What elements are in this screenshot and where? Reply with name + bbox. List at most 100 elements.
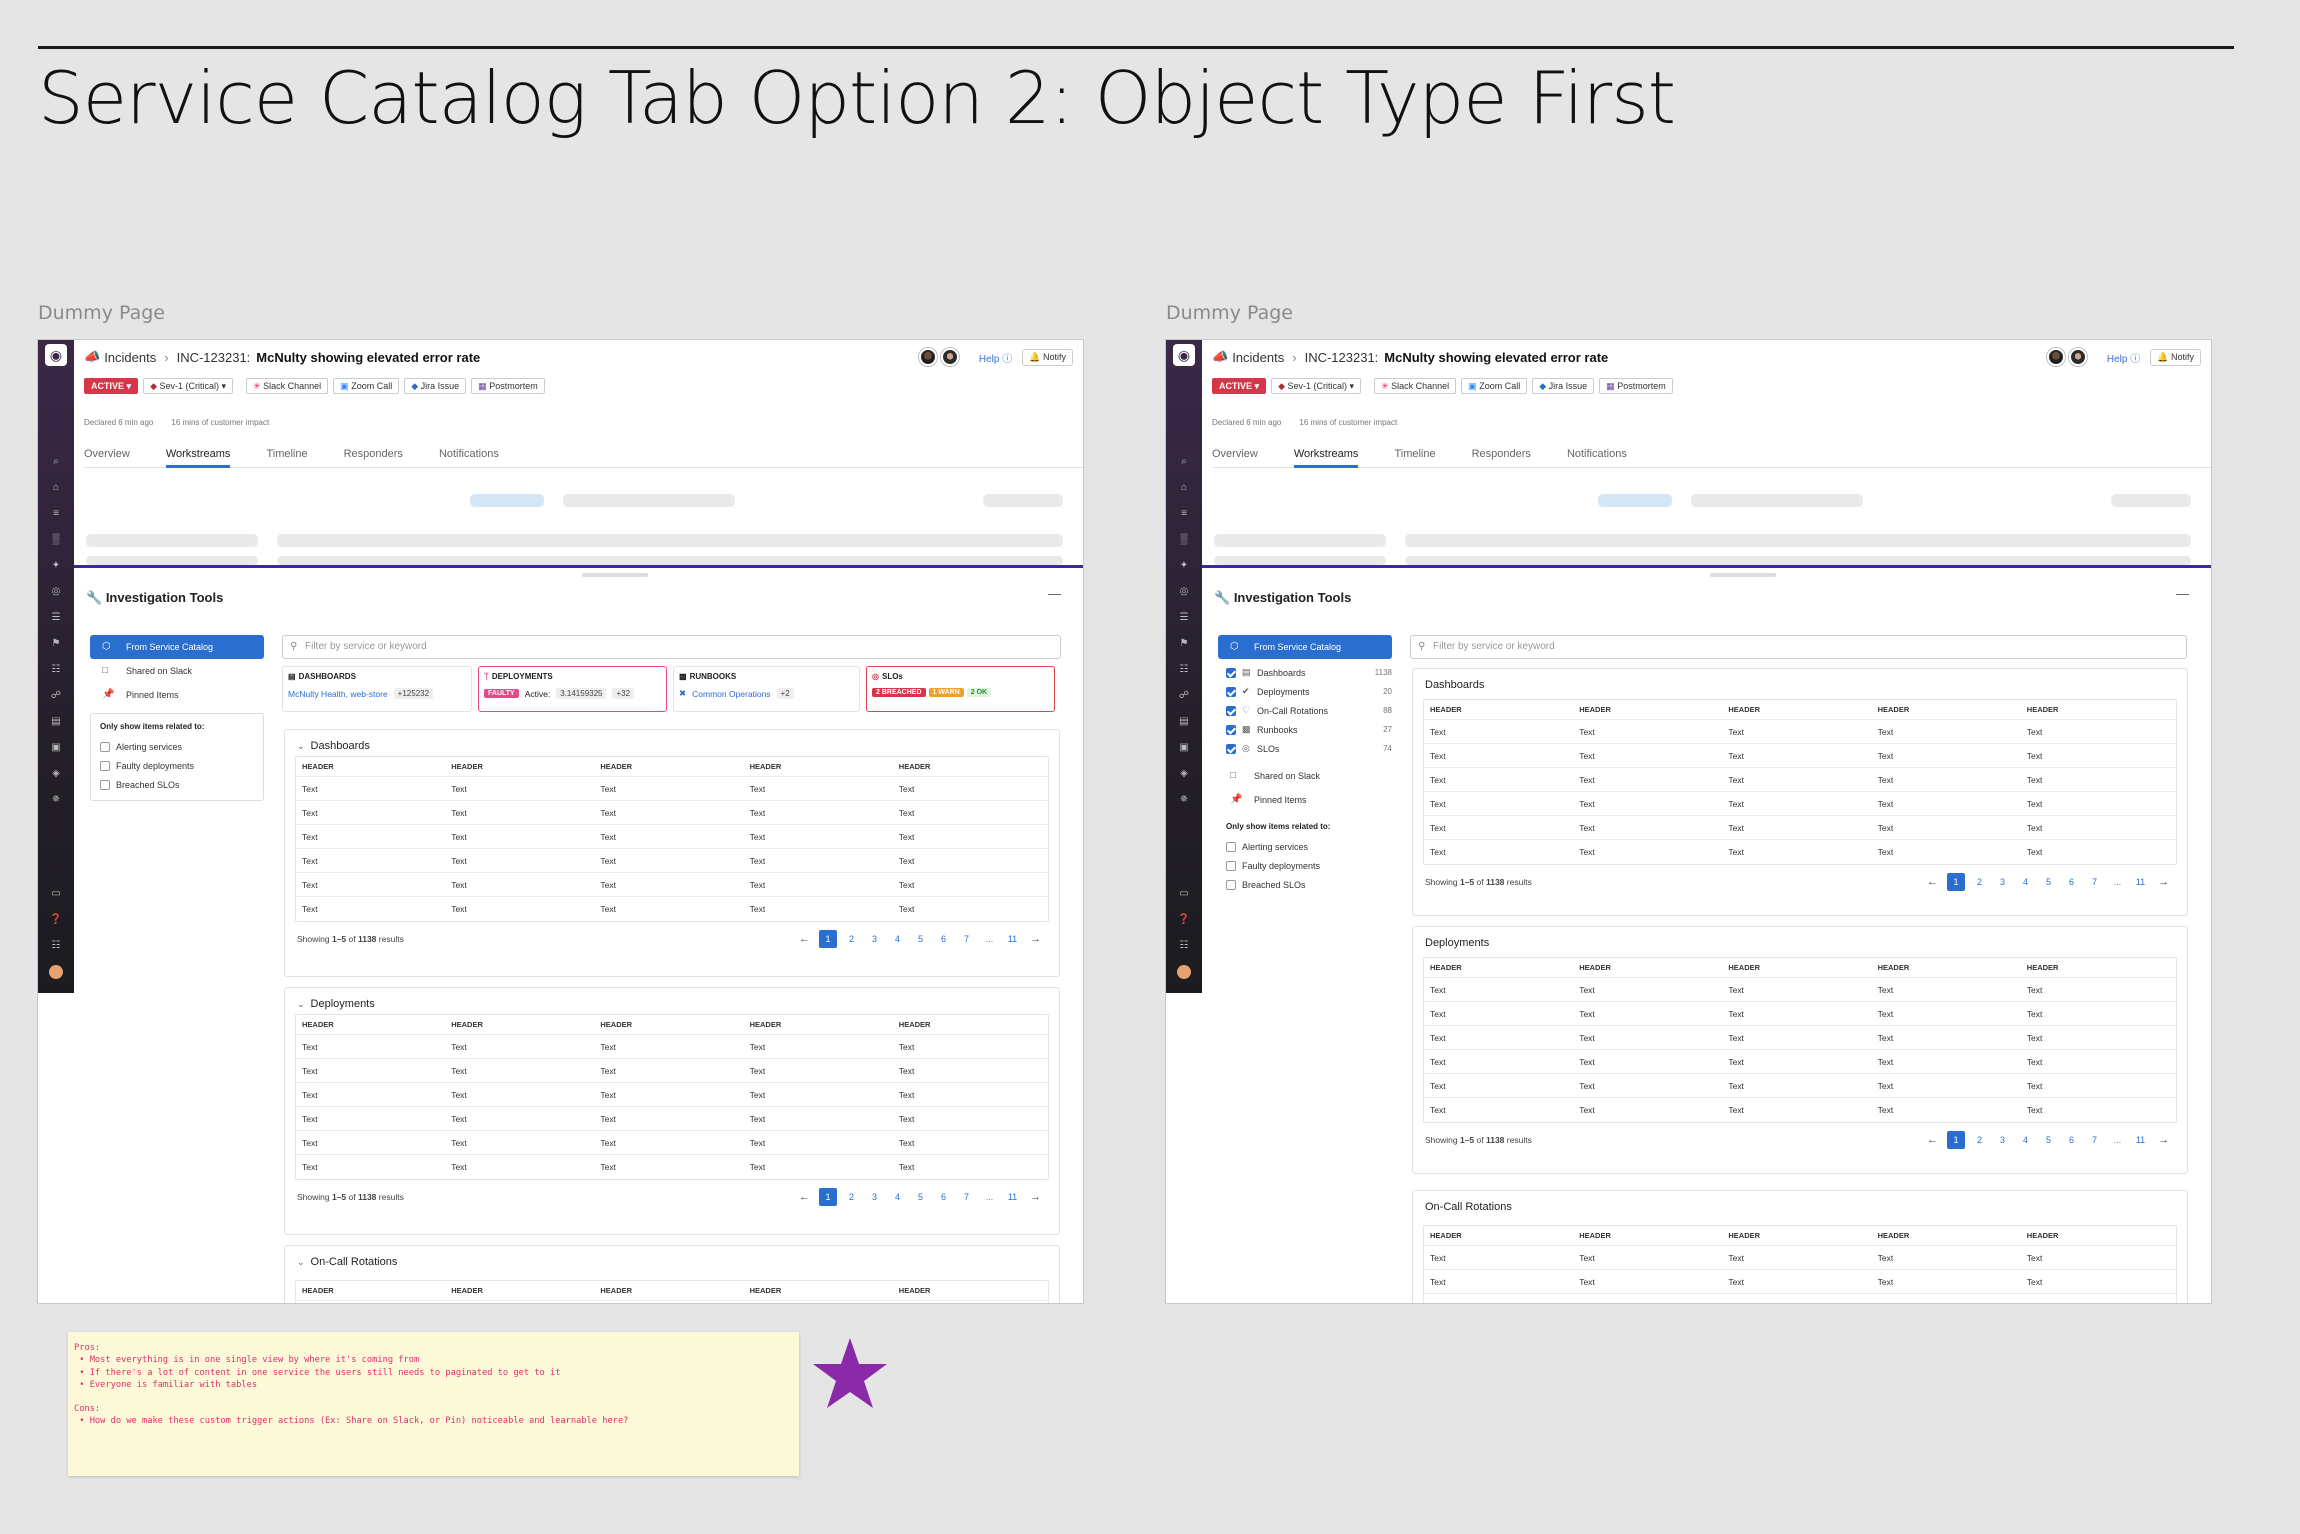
next-page-arrow-icon[interactable]: → xyxy=(2152,1134,2175,1146)
help-link[interactable]: Help ⓘ xyxy=(2107,350,2140,365)
column-header[interactable]: HEADER xyxy=(1579,1231,1728,1240)
page-number[interactable]: 5 xyxy=(909,1192,932,1202)
filter-breached-slos[interactable]: Breached SLOs xyxy=(100,775,254,794)
column-header[interactable]: HEADER xyxy=(1430,705,1579,714)
nav-icon[interactable]: ✦ xyxy=(1177,560,1191,571)
page-number[interactable]: 7 xyxy=(955,1192,978,1202)
minimize-button[interactable]: — xyxy=(2176,586,2189,601)
nav-icon[interactable]: ▣ xyxy=(1177,742,1191,753)
table-row[interactable]: TextTextTextTextText xyxy=(296,897,1048,921)
tab-overview[interactable]: Overview xyxy=(1212,444,1258,468)
table-row[interactable]: TextTextTextTextText xyxy=(1424,1246,2176,1270)
severity-dropdown[interactable]: ◆ Sev-1 (Critical) ▾ xyxy=(1271,378,1362,394)
nav-icon[interactable]: ☰ xyxy=(1177,612,1191,623)
page-number[interactable]: 7 xyxy=(2083,877,2106,887)
avatar[interactable] xyxy=(918,348,937,366)
prev-page-arrow-icon[interactable]: ← xyxy=(1921,876,1944,888)
page-number[interactable]: 6 xyxy=(932,1192,955,1202)
postmortem-button[interactable]: ▦ Postmortem xyxy=(1599,378,1673,394)
nav-icon[interactable]: ⚑ xyxy=(1177,638,1191,649)
checkbox[interactable] xyxy=(1226,879,1236,890)
table-row[interactable]: TextTextTextTextText xyxy=(296,1035,1048,1059)
type-oncall-rotations[interactable]: ♡ On-Call Rotations 88 xyxy=(1226,701,1392,720)
table-row[interactable]: TextTextTextTextText xyxy=(1424,1098,2176,1122)
nav-icon[interactable]: ◎ xyxy=(1177,586,1191,597)
table-row[interactable]: TextTextTextTextText xyxy=(1424,840,2176,864)
from-service-catalog-button[interactable]: ⬡ From Service Catalog xyxy=(1218,635,1392,659)
page-number[interactable]: 1 xyxy=(1947,873,1965,891)
type-dashboards[interactable]: ▤ Dashboards 1138 xyxy=(1226,663,1392,682)
nav-icon[interactable]: ❓ xyxy=(1177,914,1191,925)
checkbox[interactable] xyxy=(100,760,110,771)
notify-button[interactable]: 🔔 Notify xyxy=(2150,348,2201,366)
column-header[interactable]: HEADER xyxy=(1579,963,1728,972)
nav-icon[interactable]: ▤ xyxy=(49,716,63,727)
column-header[interactable]: HEADER xyxy=(600,1020,749,1029)
pinned-items-item[interactable]: 📌 Pinned Items xyxy=(90,683,264,707)
more-count-badge[interactable]: +125232 xyxy=(393,688,434,699)
zoom-call-button[interactable]: ▣ Zoom Call xyxy=(333,378,400,394)
column-header[interactable]: HEADER xyxy=(451,762,600,771)
page-number[interactable]: 4 xyxy=(886,1192,909,1202)
nav-icon[interactable]: ≡ xyxy=(49,508,63,519)
checkbox[interactable] xyxy=(1226,705,1236,716)
page-number[interactable]: 11 xyxy=(1001,1192,1024,1202)
tab-timeline[interactable]: Timeline xyxy=(1394,444,1435,468)
page-number[interactable]: 5 xyxy=(2037,877,2060,887)
table-row[interactable]: TextTextTextTextText xyxy=(296,1131,1048,1155)
table-row[interactable]: TextTextTextTextText xyxy=(296,825,1048,849)
nav-icon[interactable]: ▣ xyxy=(49,742,63,753)
minimize-button[interactable]: — xyxy=(1048,586,1061,601)
column-header[interactable]: HEADER xyxy=(1878,1231,2027,1240)
column-header[interactable]: HEADER xyxy=(600,1286,749,1295)
page-number[interactable]: 4 xyxy=(2014,877,2037,887)
column-header[interactable]: HEADER xyxy=(750,1286,899,1295)
zoom-call-button[interactable]: ▣ Zoom Call xyxy=(1461,378,1528,394)
page-number[interactable]: 11 xyxy=(1001,934,1024,944)
table-row[interactable]: TextTextTextTextText xyxy=(1424,816,2176,840)
tab-responders[interactable]: Responders xyxy=(344,444,403,468)
summary-runbooks[interactable]: ▩ RUNBOOKS ✖ Common Operations +2 xyxy=(673,666,860,712)
runbook-link[interactable]: Common Operations xyxy=(692,689,770,699)
page-number[interactable]: 4 xyxy=(2014,1135,2037,1145)
prev-page-arrow-icon[interactable]: ← xyxy=(1921,1134,1944,1146)
nav-icon[interactable]: ▭ xyxy=(49,888,63,899)
checkbox[interactable] xyxy=(1226,743,1236,754)
nav-icon[interactable]: ✦ xyxy=(49,560,63,571)
column-header[interactable]: HEADER xyxy=(1728,963,1877,972)
shared-on-slack-item[interactable]: □ Shared on Slack xyxy=(1218,764,1392,788)
filter-faulty-deployments[interactable]: Faulty deployments xyxy=(100,756,254,775)
table-row[interactable]: TextTextTextTextText xyxy=(296,777,1048,801)
column-header[interactable]: HEADER xyxy=(899,1286,1048,1295)
notify-button[interactable]: 🔔 Notify xyxy=(1022,348,1073,366)
table-row[interactable]: TextTextTextTextText xyxy=(1424,792,2176,816)
avatar[interactable] xyxy=(940,348,959,366)
page-number[interactable]: 5 xyxy=(909,934,932,944)
breadcrumb-incidents[interactable]: 📣 Incidents xyxy=(84,349,156,365)
nav-icon[interactable]: ⌂ xyxy=(1177,482,1191,493)
shared-on-slack-item[interactable]: □ Shared on Slack xyxy=(90,659,264,683)
next-page-arrow-icon[interactable]: → xyxy=(1024,933,1047,945)
more-count-badge[interactable]: +2 xyxy=(776,688,794,699)
tab-overview[interactable]: Overview xyxy=(84,444,130,468)
table-row[interactable]: TextTextTextTextText xyxy=(1424,1294,2176,1303)
type-runbooks[interactable]: ▩ Runbooks 27 xyxy=(1226,720,1392,739)
page-number[interactable]: 11 xyxy=(2129,1135,2152,1145)
tab-workstreams[interactable]: Workstreams xyxy=(165,444,231,468)
column-header[interactable]: HEADER xyxy=(600,762,749,771)
nav-icon[interactable]: ⚑ xyxy=(49,638,63,649)
checkbox[interactable] xyxy=(1226,860,1236,871)
type-deployments[interactable]: ✔ Deployments 20 xyxy=(1226,682,1392,701)
page-number[interactable]: 1 xyxy=(819,930,837,948)
column-header[interactable]: HEADER xyxy=(750,1020,899,1029)
page-number[interactable]: 1 xyxy=(819,1188,837,1206)
tab-timeline[interactable]: Timeline xyxy=(266,444,307,468)
column-header[interactable]: HEADER xyxy=(899,762,1048,771)
column-header[interactable]: HEADER xyxy=(899,1020,1048,1029)
column-header[interactable]: HEADER xyxy=(302,1286,451,1295)
checkbox[interactable] xyxy=(1226,667,1236,678)
checkbox[interactable] xyxy=(1226,841,1236,852)
table-row[interactable]: TextTextTextTextText xyxy=(296,1155,1048,1179)
table-row[interactable]: TextTextTextTextText xyxy=(1424,1026,2176,1050)
avatar[interactable] xyxy=(2046,348,2065,366)
